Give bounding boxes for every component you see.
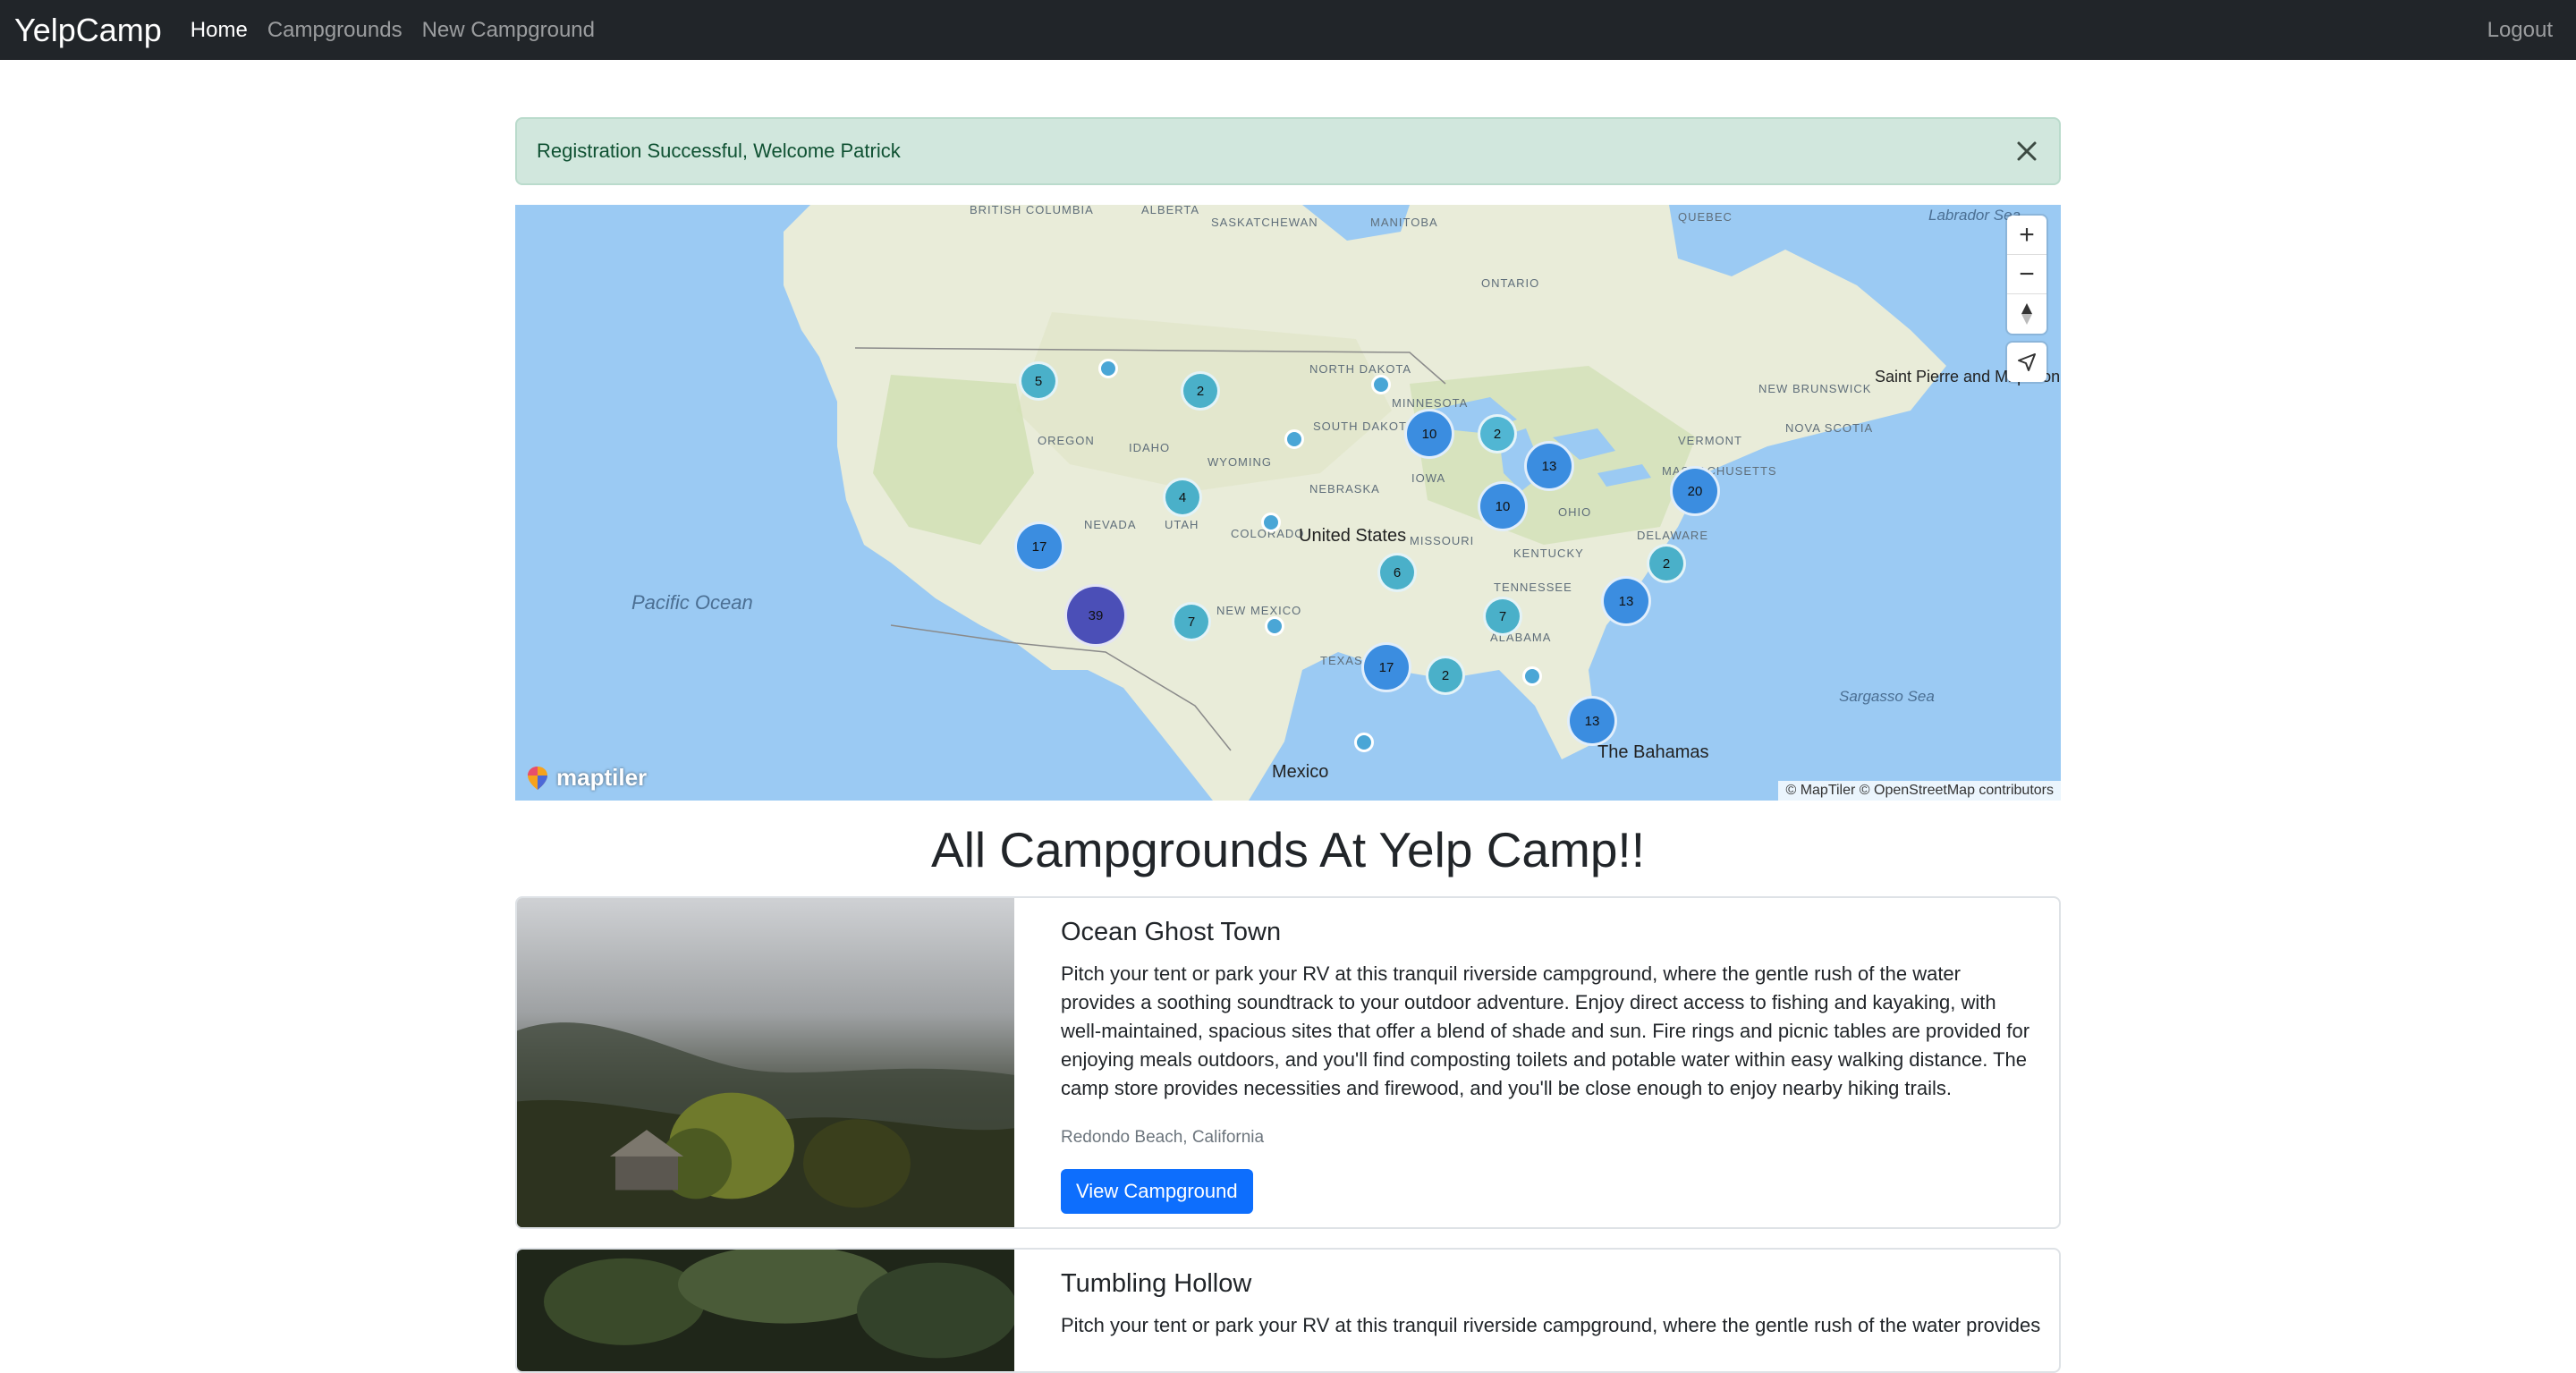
map-cluster[interactable]: 39 [1064, 584, 1127, 647]
map-cluster[interactable]: 5 [1019, 361, 1058, 401]
map-label: Ohio [1558, 505, 1592, 519]
compass-icon[interactable] [2007, 294, 2046, 334]
map-pin[interactable] [1284, 429, 1304, 449]
map-cluster[interactable]: 10 [1478, 481, 1528, 531]
map-cluster[interactable]: 13 [1524, 441, 1574, 491]
map-label: Sargasso Sea [1839, 688, 1935, 705]
campground-title: Tumbling Hollow [1061, 1269, 1252, 1298]
brand-link[interactable]: YelpCamp [14, 12, 162, 49]
map-label: New Mexico [1216, 604, 1302, 617]
map-label: Texas [1320, 654, 1363, 667]
close-icon[interactable] [2011, 135, 2043, 167]
map-label: Missouri [1410, 534, 1475, 547]
map-label: North Dakota [1309, 362, 1412, 376]
alert-message: Registration Successful, Welcome Patrick [537, 140, 901, 162]
map-label: Nova Scotia [1785, 421, 1874, 435]
map-cluster[interactable]: 20 [1670, 466, 1720, 516]
map-label: Vermont [1678, 434, 1742, 447]
map-label: Manitoba [1370, 216, 1438, 229]
campground-description: Pitch your tent or park your RV at this … [1061, 1314, 2041, 1336]
map-label: South Dakota [1313, 420, 1415, 433]
map-label: Tennessee [1494, 581, 1572, 594]
view-campground-button[interactable]: View Campground [1061, 1169, 1253, 1214]
nav-home[interactable]: Home [191, 18, 248, 43]
map-label: Saskatchewan [1211, 216, 1318, 229]
campground-image [517, 1250, 1014, 1371]
map-attribution[interactable]: © MapTiler © OpenStreetMap contributors [1778, 781, 2061, 801]
map-cluster[interactable]: 2 [1426, 656, 1465, 695]
map-cluster[interactable]: 2 [1647, 544, 1686, 583]
map-label: Delaware [1637, 529, 1708, 542]
campground-card: Ocean Ghost Town Pitch your tent or park… [515, 896, 2061, 1229]
campground-image [517, 898, 1014, 1227]
map-cluster[interactable]: 17 [1361, 642, 1411, 692]
map-label: Labrador Sea [1928, 207, 2021, 224]
map-label: Utah [1165, 518, 1199, 531]
logout-link[interactable]: Logout [2487, 18, 2553, 43]
map-label: Pacific Ocean [631, 591, 753, 614]
campground-card: Tumbling Hollow Pitch your tent or park … [515, 1248, 2061, 1373]
map-label: British Columbia [970, 205, 1094, 216]
map-base [784, 205, 1946, 801]
map-cluster[interactable]: 4 [1163, 478, 1202, 517]
map-label: United States [1299, 526, 1407, 546]
map-label: Oregon [1038, 434, 1095, 447]
map-label: Nevada [1084, 518, 1137, 531]
map-pin[interactable] [1522, 666, 1542, 686]
map-label: Wyoming [1208, 455, 1272, 469]
map-label: Quebec [1678, 210, 1733, 224]
campground-description: Pitch your tent or park your RV at this … [1061, 962, 2030, 1099]
map-cluster[interactable]: 7 [1483, 597, 1522, 636]
campground-location: Redondo Beach, California [1061, 1128, 1265, 1147]
location-arrow-icon[interactable] [2007, 343, 2046, 382]
map-label: Idaho [1129, 441, 1171, 454]
zoom-out-button[interactable]: − [2007, 255, 2046, 294]
map-cluster[interactable]: 10 [1404, 409, 1454, 459]
nav-new-campground[interactable]: New Campground [422, 18, 595, 43]
map-pin[interactable] [1354, 733, 1374, 752]
map-pin[interactable] [1098, 359, 1118, 378]
zoom-in-button[interactable]: + [2007, 216, 2046, 255]
map-label: Minnesota [1392, 396, 1469, 410]
map-label: Kentucky [1513, 547, 1584, 560]
card-body: Ocean Ghost Town Pitch your tent or park… [1061, 918, 2032, 1214]
map-label: Nebraska [1309, 482, 1380, 496]
map-label: Saint Pierre and Miquelon [1875, 368, 2061, 386]
map-cluster[interactable]: 7 [1172, 602, 1211, 641]
map-pin[interactable] [1261, 513, 1281, 532]
card-body: Tumbling Hollow Pitch your tent or park … [1061, 1269, 2041, 1340]
nav-campgrounds[interactable]: Campgrounds [267, 18, 402, 43]
map-pin[interactable] [1371, 375, 1391, 394]
map-cluster[interactable]: 2 [1181, 371, 1220, 411]
map-cluster[interactable]: 13 [1601, 576, 1651, 626]
navbar: YelpCamp Home Campgrounds New Campground… [0, 0, 2576, 60]
page-title: All Campgrounds At Yelp Camp!! [931, 822, 1645, 877]
success-alert: Registration Successful, Welcome Patrick [515, 117, 2061, 185]
map-cluster[interactable]: 17 [1014, 521, 1064, 572]
maptiler-icon [528, 766, 547, 790]
map-cluster[interactable]: 13 [1567, 696, 1617, 746]
map-nav-control: + − [2007, 216, 2046, 334]
maptiler-logo-text: maptiler [556, 764, 648, 791]
map-label: New Brunswick [1758, 382, 1872, 395]
campground-title: Ocean Ghost Town [1061, 918, 1282, 946]
maptiler-logo[interactable]: maptiler [524, 764, 647, 792]
map-cluster[interactable]: 6 [1377, 553, 1417, 592]
map-cluster[interactable]: 2 [1478, 414, 1517, 453]
map-label: Mexico [1272, 762, 1329, 782]
map-label: Iowa [1411, 471, 1446, 485]
map-pin[interactable] [1265, 616, 1284, 636]
map-label: Alberta [1141, 205, 1200, 216]
map-label: Ontario [1481, 276, 1540, 290]
cluster-map[interactable]: British Columbia Alberta Saskatchewan Ma… [515, 205, 2061, 801]
map-label: The Bahamas [1597, 742, 1709, 762]
